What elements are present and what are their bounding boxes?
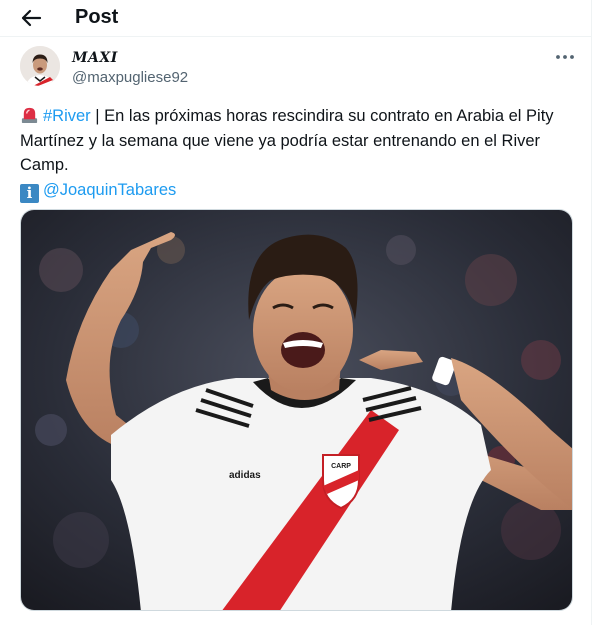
avatar-image <box>20 46 60 86</box>
more-horizontal-icon <box>556 55 574 59</box>
mention-link[interactable]: @JoaquinTabares <box>43 181 176 199</box>
crest-text: CARP <box>331 463 351 470</box>
jersey-brand-text: adidas <box>229 470 261 481</box>
page-title: Post <box>75 6 119 28</box>
avatar[interactable] <box>20 46 60 86</box>
more-options-button[interactable] <box>554 50 576 64</box>
header-divider <box>0 36 592 37</box>
post-text: #River | En las próximas horas rescindir… <box>20 104 565 203</box>
post-line-1-text: | En las próximas horas rescindira su co… <box>90 107 554 125</box>
rotating-light-icon <box>21 107 38 124</box>
post-line-2: Martínez y la semana que viene ya podría… <box>20 131 541 150</box>
hashtag-link[interactable]: #River <box>43 107 91 125</box>
post-line-1: #River | En las próximas horas rescindir… <box>20 104 565 129</box>
arrow-left-icon <box>21 9 42 27</box>
author-handle[interactable]: @maxpugliese92 <box>72 69 188 86</box>
information-icon: i <box>20 183 39 203</box>
post-detail-panel: Post MAXI @maxpugliese92 #River | En las… <box>0 0 592 625</box>
post-line-4: i @JoaquinTabares <box>20 178 565 203</box>
back-button[interactable] <box>20 8 42 28</box>
post-line-3: Camp. <box>20 156 69 174</box>
top-bar: Post <box>0 0 592 36</box>
player-celebration-image: CARP adidas <box>21 210 572 610</box>
post-photo[interactable]: CARP adidas <box>20 209 573 611</box>
author-display-name[interactable]: MAXI <box>72 50 118 66</box>
